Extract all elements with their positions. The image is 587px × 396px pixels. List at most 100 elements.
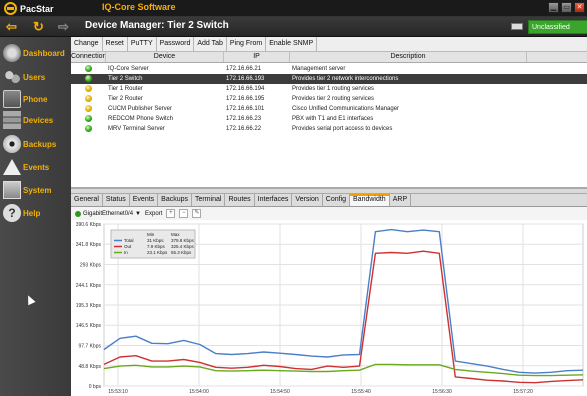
sidebar: Dashboard Users Phone Devices Backups Ev… [0, 37, 71, 396]
edit-icon[interactable]: ✎ [192, 209, 202, 218]
sidebar-item-users[interactable]: Users [3, 66, 71, 88]
tab-arp[interactable]: ARP [390, 194, 412, 206]
tab-events[interactable]: Events [130, 194, 159, 206]
tab-interfaces[interactable]: Interfaces [255, 194, 293, 206]
legend-series-name: In [124, 250, 128, 255]
table-row[interactable]: CUCM Publisher Server 172.16.66.101 Cisco … [71, 104, 587, 114]
sidebar-item-phone[interactable]: Phone [3, 88, 71, 110]
sidebar-item-label: Devices [23, 115, 54, 125]
tab-terminal[interactable]: Terminal [192, 194, 226, 206]
pacstar-logo: PacStar [4, 2, 54, 15]
nav-bar: ⇦ ↻ ⇨ Device Manager: Tier 2 Switch Uncl… [0, 17, 587, 37]
connection-cell [71, 114, 106, 124]
zoom-out-icon[interactable]: − [179, 209, 189, 218]
y-tick-label: 293 Kbps [80, 262, 102, 268]
x-tick-label: 15:55:40 [351, 389, 371, 395]
connection-status-icon [85, 85, 92, 92]
sidebar-item-events[interactable]: Events [3, 156, 71, 178]
backups-icon [3, 135, 21, 153]
device-cell: REDCOM Phone Switch [108, 116, 174, 122]
device-table-header: Connection Device IP Description [71, 52, 587, 63]
legend-max-value: 325.4 Kbps [171, 244, 195, 249]
column-header[interactable]: Device [106, 52, 224, 62]
table-row[interactable]: Tier 2 Switch 172.16.66.193 Provides tier … [71, 74, 587, 84]
connection-status-icon [85, 125, 92, 132]
tab-status[interactable]: Status [103, 194, 130, 206]
tab-version[interactable]: Version [292, 194, 323, 206]
sidebar-item-devices[interactable]: Devices [3, 109, 71, 131]
tab-general[interactable]: General [71, 194, 103, 206]
sidebar-item-help[interactable]: ? Help [3, 202, 71, 224]
connection-cell [71, 64, 106, 74]
legend-min-value: 31 Kbps [147, 238, 164, 243]
classification-icon [511, 23, 523, 30]
legend-header: Min [147, 232, 155, 237]
tab-routes[interactable]: Routes [225, 194, 255, 206]
description-cell: PBX with T1 and E1 interfaces [292, 116, 374, 122]
table-row[interactable]: Tier 2 Router 172.16.66.195 Provides tier … [71, 94, 587, 104]
classification-badge: Unclassified [528, 20, 587, 34]
tab-bandwidth[interactable]: Bandwidth [350, 194, 390, 206]
legend-min-value: 23.1 Kbps [147, 250, 168, 255]
device-toolbar: Change Reset PuTTY Password Add Tab Ping… [71, 37, 587, 52]
app-window: PacStar IQ-Core Software ▁ ▭ ✕ ⇦ ↻ ⇨ Dev… [0, 0, 587, 396]
legend-max-value: 379.8 Kbps [171, 238, 195, 243]
events-icon [3, 159, 21, 175]
table-row[interactable]: Tier 1 Router 172.16.66.194 Provides tier … [71, 84, 587, 94]
y-tick-label: 195.3 Kbps [76, 303, 102, 309]
connection-cell [71, 74, 106, 84]
chart-toolbar: GigabitEthernet0/4 ▼ Export + − ✎ [71, 207, 587, 220]
table-row[interactable]: MRV Terminal Server 172.16.66.22 Provides … [71, 124, 587, 134]
table-row[interactable]: REDCOM Phone Switch 172.16.66.23 PBX with … [71, 114, 587, 124]
sidebar-item-dashboard[interactable]: Dashboard [3, 42, 71, 64]
add-tab-button[interactable]: Add Tab [194, 37, 227, 52]
bandwidth-chart: 390.6 Kbps 341.8 Kbps 293 Kbps 244.1 Kbps 19… [71, 220, 587, 396]
description-cell: Provides tier 1 routing services [292, 86, 375, 92]
description-cell: Cisco Unified Communications Manager [292, 106, 400, 112]
y-tick-label: 341.8 Kbps [76, 242, 102, 248]
forward-arrow-icon[interactable]: ⇨ [58, 19, 69, 34]
maximize-button[interactable]: ▭ [561, 2, 572, 13]
ping-from-button[interactable]: Ping From [227, 37, 267, 52]
ip-cell: 172.16.66.22 [226, 126, 262, 132]
ethernet-icon [75, 210, 81, 217]
x-tick-label: 15:57:20 [513, 389, 533, 395]
reset-button[interactable]: Reset [103, 37, 128, 52]
device-tabs: General Status Events Backups Terminal R… [71, 194, 587, 207]
sidebar-item-label: System [23, 185, 52, 195]
column-header[interactable]: Description [290, 52, 527, 62]
minimize-button[interactable]: ▁ [548, 2, 559, 13]
close-button[interactable]: ✕ [574, 2, 585, 13]
device-cell: MRV Terminal Server [108, 126, 165, 132]
table-row[interactable]: IQ-Core Server 172.16.66.21 Management ser… [71, 64, 587, 74]
chevron-down-icon: ▼ [135, 210, 141, 217]
description-cell: Provides tier 2 routing services [292, 96, 375, 102]
password-button[interactable]: Password [157, 37, 195, 52]
description-cell: Provides tier 2 network interconnections [292, 76, 399, 82]
zoom-in-icon[interactable]: + [166, 209, 176, 218]
interface-selector[interactable]: GigabitEthernet0/4 ▼ [75, 210, 141, 217]
column-header[interactable]: IP [224, 52, 290, 62]
pacstar-logo-icon [4, 2, 17, 15]
sidebar-item-backups[interactable]: Backups [3, 133, 71, 155]
refresh-icon[interactable]: ↻ [33, 19, 44, 34]
system-icon [3, 181, 21, 199]
sidebar-item-system[interactable]: System [3, 179, 71, 201]
enable-snmp-button[interactable]: Enable SNMP [266, 37, 318, 52]
putty-button[interactable]: PuTTY [128, 37, 157, 52]
column-header[interactable]: Connection [71, 52, 106, 62]
change-button[interactable]: Change [71, 37, 103, 52]
sidebar-item-label: Backups [23, 139, 57, 149]
connection-status-icon [85, 75, 92, 82]
tab-config[interactable]: Config [323, 194, 351, 206]
legend-series-name: Total [124, 238, 134, 243]
app-name: IQ-Core Software [102, 2, 176, 12]
export-button[interactable]: Export [145, 211, 162, 217]
y-tick-label: 97.7 Kbps [78, 343, 101, 349]
ip-cell: 172.16.66.23 [226, 116, 262, 122]
device-cell: Tier 2 Router [108, 96, 143, 102]
mouse-cursor-icon [24, 293, 36, 306]
back-arrow-icon[interactable]: ⇦ [6, 19, 17, 34]
tab-backups[interactable]: Backups [158, 194, 193, 206]
device-cell: IQ-Core Server [108, 66, 149, 72]
